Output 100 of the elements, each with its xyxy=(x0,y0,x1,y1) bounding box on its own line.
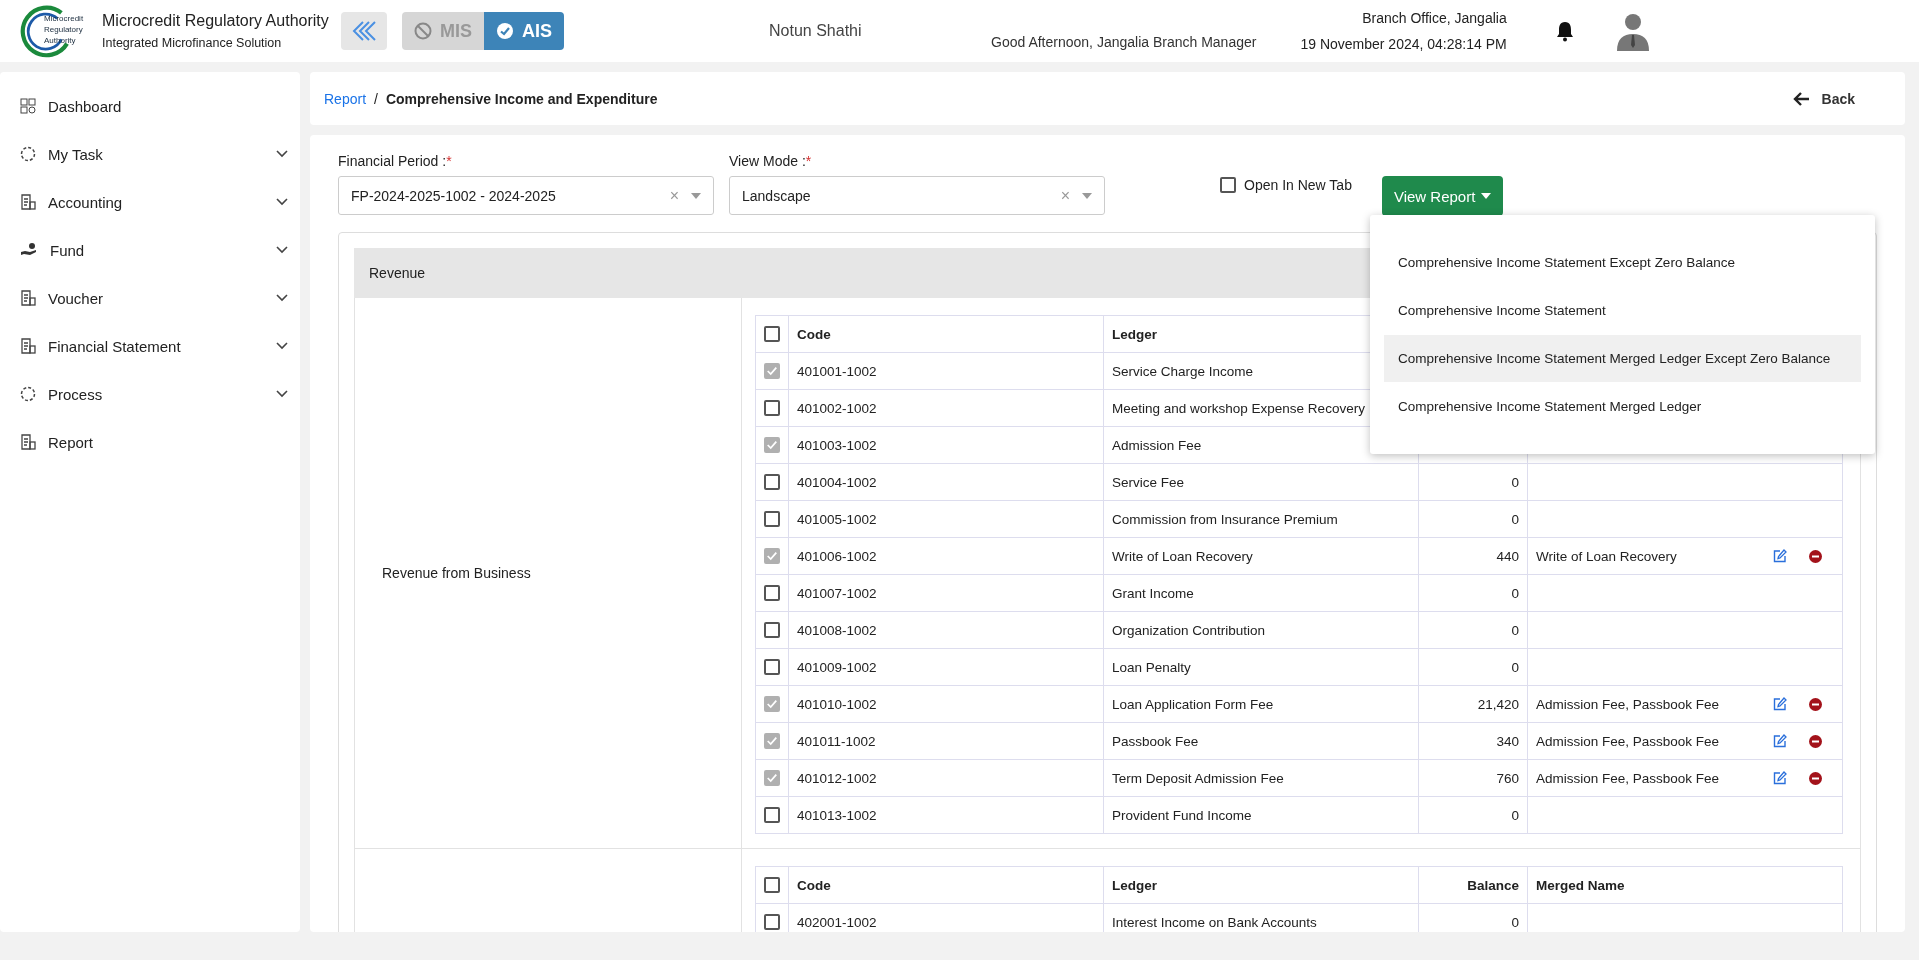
sidebar-item[interactable]: My Task xyxy=(0,130,300,178)
menu-item[interactable]: Comprehensive Income Statement Merged Ledger Except Zero Balance xyxy=(1384,335,1861,382)
checkbox[interactable] xyxy=(764,585,780,602)
field-label: View Mode :* xyxy=(729,153,813,169)
checkmark-icon xyxy=(766,365,778,378)
table-cell: Loan Application Form Fee xyxy=(1112,696,1274,712)
checkbox[interactable] xyxy=(764,696,780,713)
table-cell: 0 xyxy=(1511,474,1519,490)
table-cell: Service Charge Income xyxy=(1112,363,1254,379)
dashed-circle-icon xyxy=(20,146,36,162)
column-header: Code xyxy=(797,326,831,342)
edit-icon[interactable] xyxy=(1773,734,1787,748)
date-time: 19 November 2024, 04:28:14 PM xyxy=(1300,36,1507,52)
checkbox[interactable] xyxy=(764,622,780,639)
checkbox[interactable] xyxy=(764,511,780,528)
checkbox[interactable] xyxy=(764,914,780,931)
checkbox[interactable] xyxy=(764,659,780,676)
table-cell: 0 xyxy=(1511,585,1519,601)
avatar-icon[interactable] xyxy=(1614,11,1651,51)
checkbox[interactable] xyxy=(764,363,780,380)
table-cell-text: Write of Loan Recovery xyxy=(1536,548,1678,564)
table-cell: 21,420 xyxy=(1477,696,1519,712)
breadcrumb-separator: / xyxy=(374,90,378,107)
sidebar-item[interactable]: Report xyxy=(0,418,300,466)
org-subtitle: Integrated Microfinance Solution xyxy=(102,36,283,50)
checkbox[interactable] xyxy=(764,770,780,787)
column-header: Ledger xyxy=(1112,326,1157,342)
edit-icon[interactable] xyxy=(1773,549,1787,563)
checkbox[interactable] xyxy=(764,548,780,565)
branch-name: Branch Office, Jangalia xyxy=(1362,10,1507,26)
checkbox[interactable] xyxy=(764,326,780,343)
checkbox[interactable] xyxy=(764,437,780,454)
sidebar-item[interactable]: Financial Statement xyxy=(0,322,300,370)
table-cell: 401002-1002 xyxy=(797,400,877,416)
menu-item[interactable]: Comprehensive Income Statement Except Zero Balance xyxy=(1384,239,1861,286)
checkbox[interactable] xyxy=(1220,177,1236,193)
table-cell: Provident Fund Income xyxy=(1112,807,1252,823)
view-report-button[interactable]: View Report xyxy=(1381,176,1504,216)
sidebar-item[interactable]: Process xyxy=(0,370,300,418)
checkbox[interactable] xyxy=(764,733,780,750)
table-cell: 401006-1002 xyxy=(797,548,877,564)
checkbox[interactable] xyxy=(764,807,780,824)
edit-icon[interactable] xyxy=(1773,771,1787,785)
hand-coin-icon xyxy=(20,242,38,258)
table-cell: 0 xyxy=(1511,914,1519,930)
checkbox[interactable] xyxy=(764,877,780,894)
edit-icon[interactable] xyxy=(1773,697,1787,711)
select-field[interactable]: Landscape × xyxy=(729,176,1105,215)
table-cell: 0 xyxy=(1511,807,1519,823)
column-header: Code xyxy=(797,877,831,893)
column-header: Balance xyxy=(1467,877,1519,893)
checkbox[interactable] xyxy=(764,400,780,417)
org-name: Microcredit Regulatory Authority xyxy=(102,12,329,30)
table-cell: Meeting and workshop Expense Recovery xyxy=(1112,400,1365,416)
remove-icon[interactable] xyxy=(1809,734,1822,748)
table-cell: Loan Penalty xyxy=(1112,659,1191,675)
checkmark-icon xyxy=(766,735,778,748)
back-button[interactable]: Back xyxy=(1785,89,1861,108)
table-cell: 401012-1002 xyxy=(797,770,877,786)
select-field[interactable]: FP-2024-2025-1002 - 2024-2025 × xyxy=(338,176,714,215)
field-label: Financial Period :* xyxy=(338,153,453,169)
table-cell: 401001-1002 xyxy=(797,363,877,379)
table-cell: 440 xyxy=(1496,548,1519,564)
table-cell: Admission Fee xyxy=(1112,437,1202,453)
table-cell: Organization Contribution xyxy=(1112,622,1266,638)
sidebar-item[interactable]: Fund xyxy=(0,226,300,274)
table-cell: 0 xyxy=(1511,659,1519,675)
breadcrumb-link[interactable]: Report xyxy=(324,90,367,107)
column-header: Merged Name xyxy=(1536,877,1625,893)
table-cell: 401013-1002 xyxy=(797,807,877,823)
column-header: Ledger xyxy=(1112,877,1157,893)
checkbox[interactable] xyxy=(764,474,780,491)
document-icon xyxy=(20,290,36,306)
module-toggle[interactable]: AIS xyxy=(484,12,565,50)
checkbox-label: Open In New Tab xyxy=(1244,177,1352,193)
checkmark-icon xyxy=(766,550,778,563)
section-title: Revenue xyxy=(369,265,426,281)
bell-icon[interactable] xyxy=(1554,20,1575,42)
table-cell: 760 xyxy=(1496,770,1519,786)
checkmark-icon xyxy=(766,698,778,711)
table-cell: 401003-1002 xyxy=(797,437,877,453)
collapse-button[interactable] xyxy=(341,12,387,50)
remove-icon[interactable] xyxy=(1809,771,1822,785)
remove-icon[interactable] xyxy=(1809,549,1822,563)
sidebar-item[interactable]: Dashboard xyxy=(0,82,300,130)
app-name: Notun Shathi xyxy=(769,22,863,40)
greeting: Good Afternoon, Jangalia Branch Manager xyxy=(991,34,1257,50)
group-name: Revenue from Business xyxy=(382,565,531,581)
checkmark-icon xyxy=(766,772,778,785)
table-cell: 401008-1002 xyxy=(797,622,877,638)
sidebar-item[interactable]: Accounting xyxy=(0,178,300,226)
logo: Microcredit Regulatory Authority xyxy=(18,3,96,59)
table-cell-text: Admission Fee, Passbook Fee xyxy=(1536,696,1721,712)
table-cell: Write of Loan Recovery xyxy=(1112,548,1253,564)
remove-icon[interactable] xyxy=(1809,697,1822,711)
menu-item[interactable]: Comprehensive Income Statement Merged Ledger xyxy=(1384,383,1861,430)
table-cell: 401011-1002 xyxy=(797,733,876,749)
sidebar-item[interactable]: Voucher xyxy=(0,274,300,322)
table-cell: 401007-1002 xyxy=(797,585,877,601)
menu-item[interactable]: Comprehensive Income Statement xyxy=(1384,287,1861,334)
